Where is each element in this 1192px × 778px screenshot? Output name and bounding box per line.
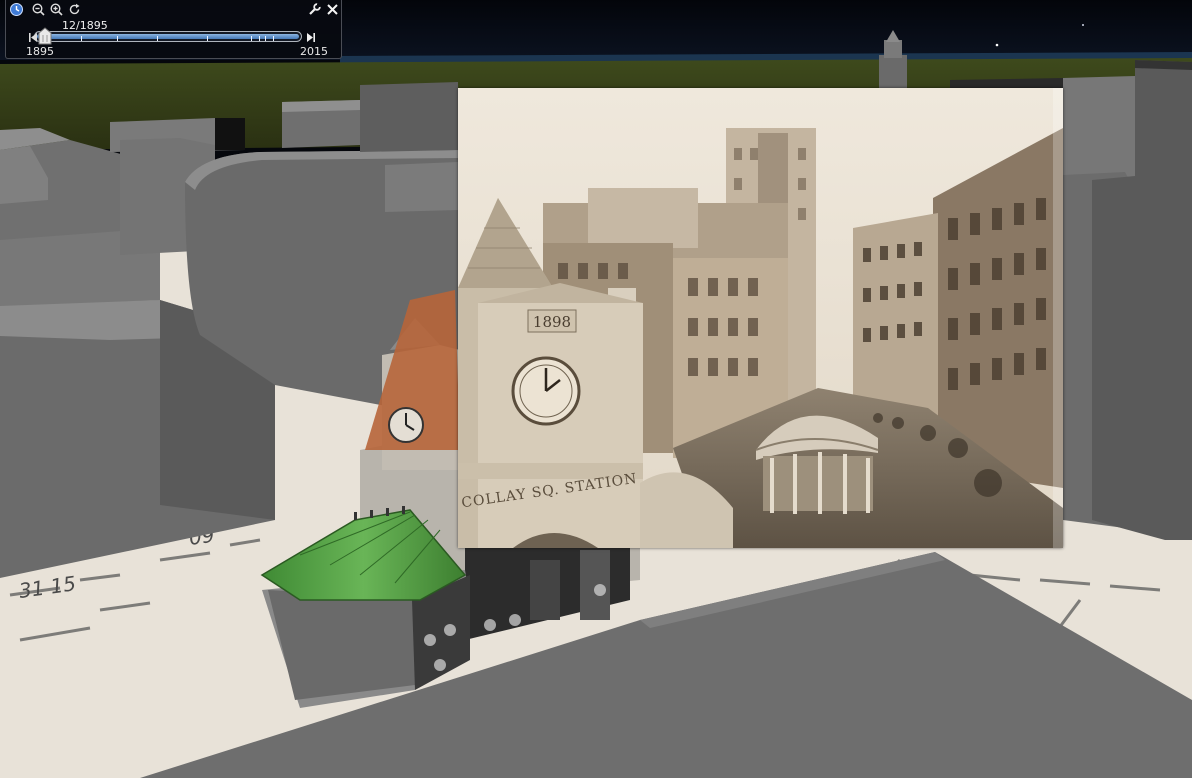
timeline-tick [273, 36, 274, 41]
timeline-tick [251, 36, 252, 41]
historical-photo: 1898 COLLAY SQ. STATION [458, 88, 1063, 548]
wrench-icon[interactable] [308, 3, 321, 16]
timeline-tick [265, 36, 266, 41]
historical-imagery-slider: 12/1895 1895 2015 [5, 0, 342, 59]
close-icon[interactable] [326, 3, 339, 16]
timeline-fill [37, 34, 299, 41]
timeline-thumb[interactable] [38, 27, 52, 45]
star [1082, 24, 1084, 26]
timeline-tick [157, 36, 158, 41]
timeline-tick [259, 36, 260, 41]
timeline-end-year: 2015 [300, 45, 328, 58]
play-end-icon[interactable] [304, 31, 317, 44]
zoom-out-icon[interactable] [32, 3, 45, 16]
zoom-in-icon[interactable] [50, 3, 63, 16]
timeline-tick [117, 36, 118, 41]
clock-icon[interactable] [10, 3, 23, 16]
clock-year-label: 1898 [533, 313, 571, 331]
timeline-track[interactable] [34, 31, 302, 42]
timeline-tick [81, 36, 82, 41]
refresh-icon[interactable] [68, 3, 81, 16]
timeline-start-year: 1895 [26, 45, 54, 58]
star [995, 43, 999, 47]
historical-photo-overlay[interactable]: 1898 COLLAY SQ. STATION [458, 88, 1063, 548]
timeline-tick [207, 36, 208, 41]
